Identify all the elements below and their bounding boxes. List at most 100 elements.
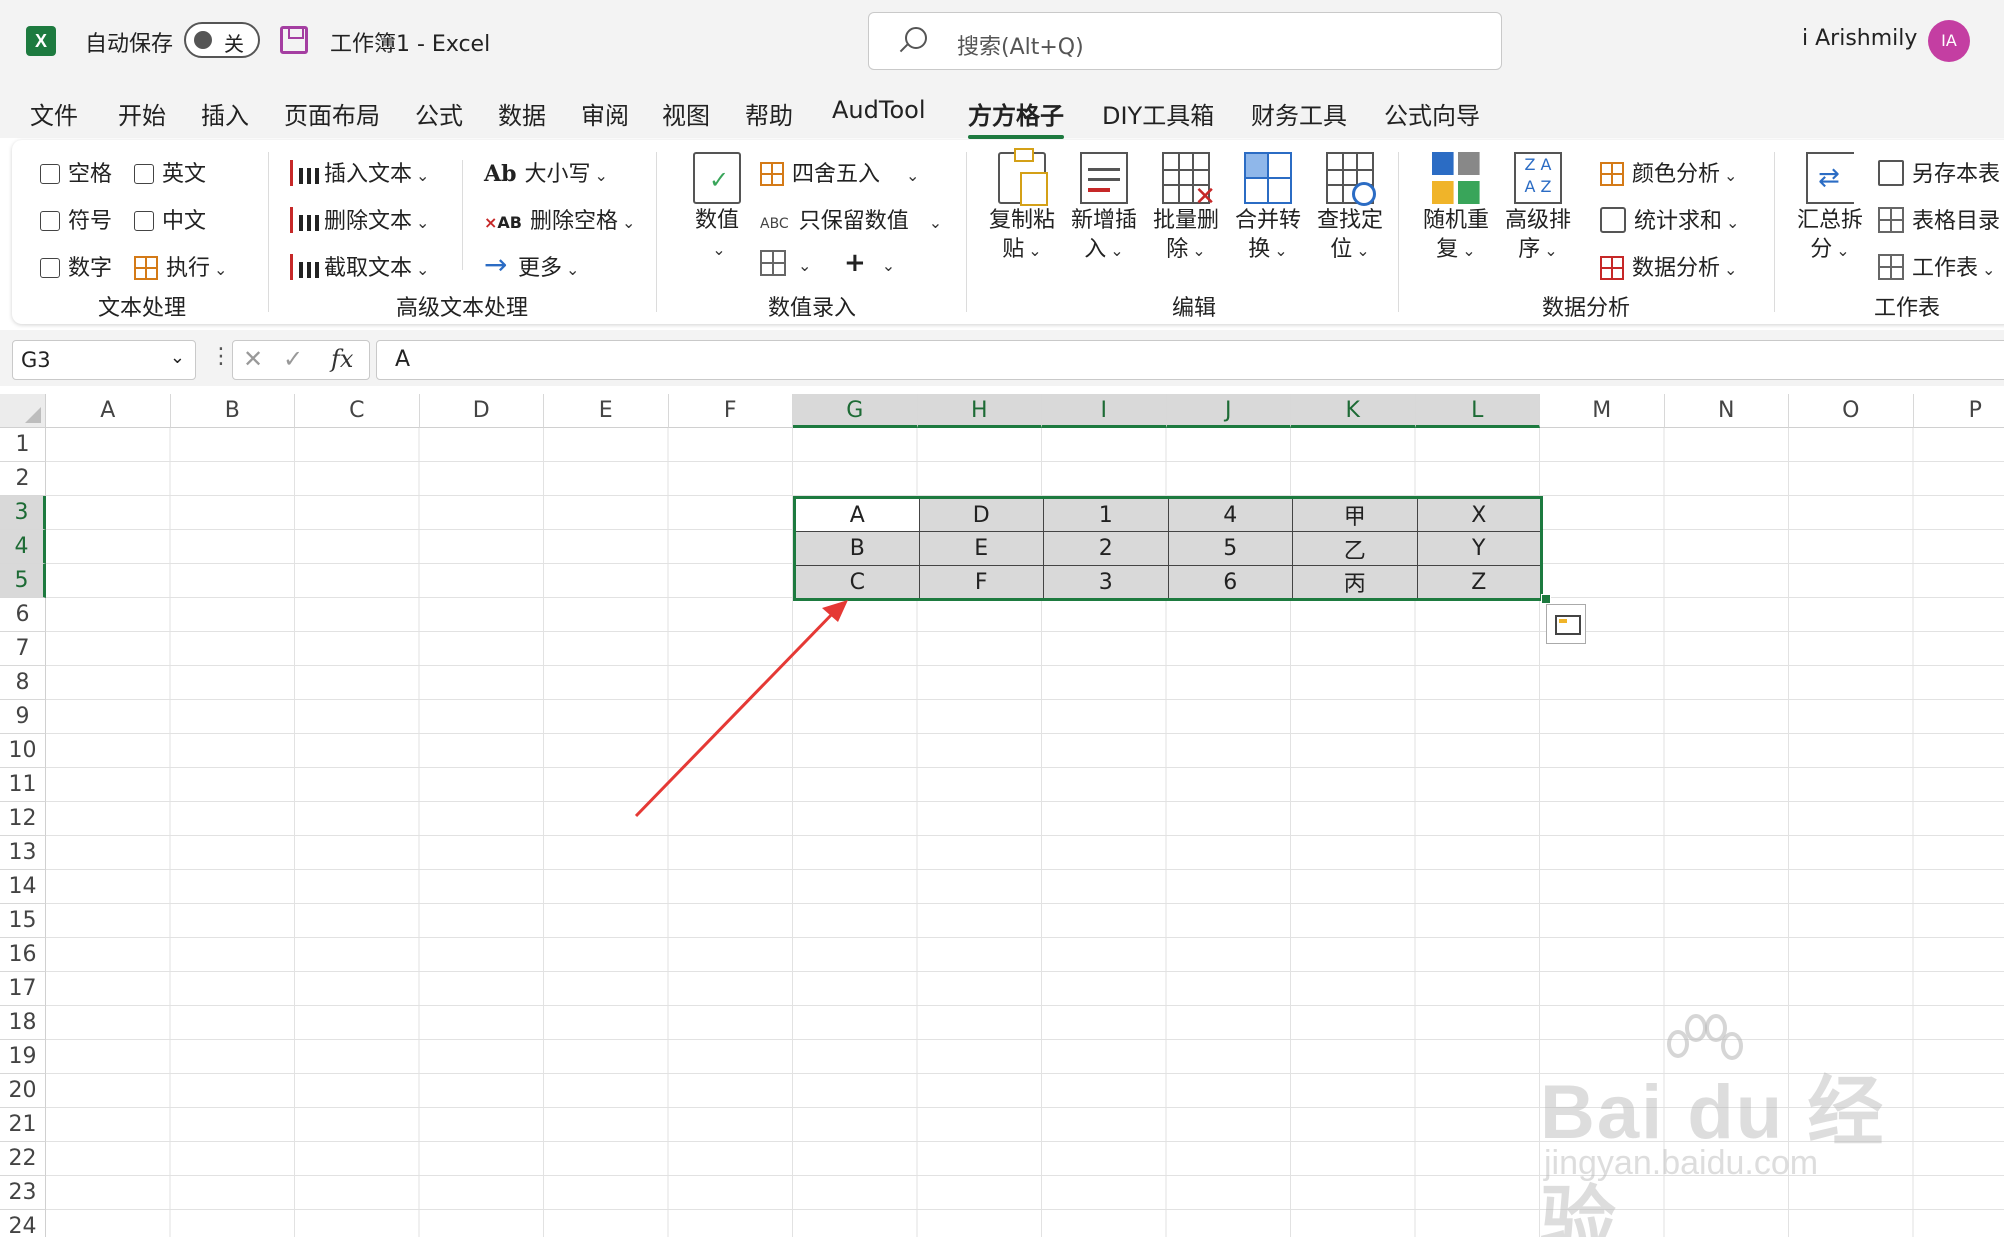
chevron-down-icon[interactable]: ⌄ (170, 347, 185, 368)
tab-file[interactable]: 文件 (30, 96, 78, 131)
batch-delete-button[interactable]: 批量删 除⌄ (1146, 152, 1226, 265)
delete-spaces-label: 删除空格 (529, 209, 618, 234)
checkbox-english[interactable]: 英文 (134, 156, 206, 188)
extract-text-button[interactable]: 截取文本 ⌄ (290, 250, 429, 282)
copy-paste-label-2: 贴 (1002, 237, 1025, 262)
round-label: 四舍五入 (792, 162, 881, 187)
find-locate-button[interactable]: 查找定 位 ⌄ (1310, 152, 1390, 265)
delete-text-button[interactable]: 删除文本 ⌄ (290, 203, 429, 235)
insert-text-button[interactable]: 插入文本 ⌄ (290, 156, 429, 188)
formula-input[interactable]: A (376, 340, 2004, 380)
sort-az-icon: Z AA Z (1514, 152, 1562, 204)
extract-text-label: 截取文本 (324, 256, 413, 281)
random-icon (1432, 152, 1480, 204)
tab-view[interactable]: 视图 (662, 96, 710, 131)
insert-function-icon[interactable]: fx (331, 345, 353, 373)
data-analysis-label: 数据分析 (1632, 256, 1721, 281)
chevron-down-icon: ⌄ (1724, 166, 1738, 185)
copy-paste-button[interactable]: 复制粘 贴 ⌄ (982, 148, 1062, 265)
worksheet-button[interactable]: 工作表 ⌄ (1878, 250, 1995, 282)
name-box[interactable]: G3 ⌄ (12, 340, 196, 380)
table-directory-button[interactable]: 表格目录 (1878, 203, 2000, 235)
tab-home[interactable]: 开始 (118, 96, 166, 131)
group-separator (1774, 152, 1775, 312)
enter-icon[interactable]: ✓ (283, 345, 303, 373)
clipboard-icon (998, 148, 1048, 206)
stat-sum-icon (1600, 207, 1626, 233)
plus-icon: + (844, 248, 866, 278)
color-analysis-button[interactable]: 颜色分析 ⌄ (1600, 156, 1737, 188)
delete-spaces-button[interactable]: ×AB 删除空格 ⌄ (484, 203, 635, 235)
execute-label: 执行 (166, 256, 211, 281)
summary-split-button[interactable]: 汇总拆 分⌄ (1790, 152, 1870, 265)
save-icon[interactable] (280, 26, 308, 54)
ab-delete-icon: ×AB (484, 213, 522, 232)
advanced-sort-button[interactable]: Z AA Z 高级排 序 ⌄ (1498, 152, 1578, 265)
round-button[interactable]: 四舍五入 ⌄ (760, 156, 919, 188)
tab-help[interactable]: 帮助 (745, 96, 793, 131)
find-locate-label-1: 查找定 (1316, 208, 1383, 233)
more-button[interactable]: 更多⌄ (484, 248, 579, 282)
group-separator (268, 152, 269, 312)
cancel-icon[interactable]: ✕ (243, 345, 263, 373)
split-icon (1806, 152, 1854, 204)
group-label-data-analysis: 数据分析 (1542, 296, 1631, 321)
random-repeat-button[interactable]: 随机重 复 ⌄ (1416, 152, 1496, 265)
tab-formula-wizard[interactable]: 公式向导 (1384, 96, 1480, 131)
chevron-down-icon: ⌄ (712, 240, 726, 259)
tab-diy-toolbox[interactable]: DIY工具箱 (1102, 96, 1214, 131)
search-placeholder: 搜索(Alt+Q) (957, 35, 1084, 60)
chevron-down-icon: ⌄ (1982, 260, 1996, 279)
tab-fangfanggezi[interactable]: 方方格子 (968, 96, 1064, 139)
tab-page-layout[interactable]: 页面布局 (284, 96, 380, 131)
insert-rows-icon (1080, 152, 1128, 204)
merge-table-icon (1244, 152, 1292, 204)
chevron-down-icon: ⌄ (928, 213, 943, 232)
new-insert-button[interactable]: 新增插 入 ⌄ (1064, 152, 1144, 265)
advanced-sort-label-1: 高级排 (1504, 208, 1571, 233)
save-sheet-button[interactable]: 另存本表 (1878, 156, 2000, 188)
checkbox-number[interactable]: 数字 (40, 250, 112, 282)
avatar[interactable]: IA (1928, 20, 1970, 62)
name-box-value: G3 (21, 348, 51, 372)
tab-insert[interactable]: 插入 (201, 96, 249, 131)
chevron-down-icon: ⌄ (906, 166, 920, 185)
edit-number-button[interactable]: ⌄ (760, 250, 811, 277)
number-button[interactable]: 数值 ⌄ (682, 152, 752, 264)
execute-icon (134, 256, 158, 280)
group-separator (462, 160, 463, 270)
excel-logo-icon: X (26, 26, 56, 56)
save-sheet-icon (1878, 160, 1904, 186)
tab-data[interactable]: 数据 (498, 96, 546, 131)
tab-audtool[interactable]: AudTool (832, 96, 925, 124)
execute-button[interactable]: 执行 ⌄ (134, 250, 227, 282)
chevron-down-icon: ⌄ (416, 260, 430, 279)
checkbox-space[interactable]: 空格 (40, 156, 112, 188)
tab-finance-tools[interactable]: 财务工具 (1251, 96, 1347, 131)
random-repeat-label-2: 复 (1436, 237, 1459, 262)
chevron-down-icon: ⌄ (1356, 241, 1370, 260)
user-name[interactable]: i Arishmily (1802, 26, 1917, 51)
case-button[interactable]: Ab 大小写 ⌄ (484, 156, 608, 188)
group-separator (966, 152, 967, 312)
data-analysis-button[interactable]: 数据分析 ⌄ (1600, 250, 1737, 282)
merge-convert-button[interactable]: 合并转 换 ⌄ (1228, 152, 1308, 265)
add-button[interactable]: + ⌄ (844, 248, 895, 278)
keep-values-button[interactable]: ABC 只保留数值 ⌄ (760, 203, 942, 235)
checkbox-chinese[interactable]: 中文 (134, 203, 206, 235)
ribbon-tabs: 文件 开始 插入 页面布局 公式 数据 审阅 视图 帮助 AudTool 方方格… (0, 82, 2004, 139)
table-directory-icon (1878, 207, 1904, 233)
search-box[interactable]: 搜索(Alt+Q) (868, 12, 1502, 70)
stat-sum-button[interactable]: 统计求和 ⌄ (1600, 203, 1739, 235)
autosave-state: 关 (224, 32, 244, 56)
chevron-down-icon: ⌄ (1724, 260, 1738, 279)
search-icon (905, 27, 927, 49)
more-options-icon[interactable]: ⋮ (210, 344, 232, 369)
checkbox-symbol[interactable]: 符号 (40, 203, 112, 235)
autosave-toggle[interactable]: 关 (184, 22, 260, 58)
tab-review[interactable]: 审阅 (581, 96, 629, 131)
tab-formulas[interactable]: 公式 (415, 96, 463, 131)
ab-icon: Ab (484, 161, 517, 187)
summary-split-label-2: 分 (1810, 237, 1833, 262)
chevron-down-icon: ⌄ (1836, 241, 1850, 260)
